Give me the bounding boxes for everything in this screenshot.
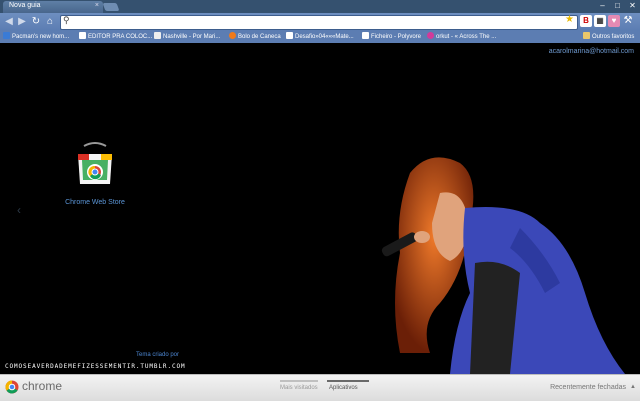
- extension-qr-icon[interactable]: ▦: [594, 15, 606, 27]
- bookmark-favicon-icon: [362, 32, 369, 39]
- app-label[interactable]: Chrome Web Store: [60, 199, 130, 206]
- omnibox[interactable]: ⚲ ★: [60, 14, 578, 30]
- new-tab-button[interactable]: [102, 3, 120, 11]
- bookmark-favicon-icon: [79, 32, 86, 39]
- back-icon[interactable]: ◀: [3, 15, 15, 29]
- bookmark-item[interactable]: Pacman's new hom...: [3, 32, 69, 42]
- close-window-button[interactable]: ✕: [626, 0, 639, 11]
- theme-background-photo: [381, 157, 625, 374]
- apps-indicator: [327, 380, 369, 382]
- chrome-logo-icon: [5, 380, 19, 394]
- extension-b-icon[interactable]: B: [580, 15, 592, 27]
- bookmark-item[interactable]: EDITOR PRA COLOC...: [79, 32, 152, 42]
- chevron-down-icon[interactable]: ▲: [630, 384, 636, 390]
- recently-closed-menu[interactable]: Recentemente fechadas: [550, 384, 626, 391]
- tab-strip: Nova guia × – □ ✕: [0, 0, 640, 13]
- tab-title: Nova guia: [9, 2, 41, 9]
- maximize-button[interactable]: □: [611, 0, 624, 11]
- forward-icon[interactable]: ▶: [16, 15, 28, 29]
- search-icon: ⚲: [63, 15, 70, 25]
- bookmark-favicon-icon: [286, 32, 293, 39]
- bookmark-favicon-icon: [154, 32, 161, 39]
- chrome-web-store-icon[interactable]: [70, 140, 120, 190]
- theme-url[interactable]: COMOSEAVERDADEMEFIZESSEMENTIR.TUMBLR.COM: [5, 363, 186, 370]
- other-bookmarks[interactable]: Outros favoritos: [583, 32, 634, 42]
- folder-icon: [583, 32, 590, 39]
- bookmarks-bar: Pacman's new hom... EDITOR PRA COLOC... …: [0, 31, 640, 43]
- minimize-button[interactable]: –: [596, 0, 609, 11]
- bookmark-item[interactable]: Bolo de Caneca: [229, 32, 281, 42]
- reload-icon[interactable]: ↻: [30, 15, 42, 29]
- star-icon[interactable]: ★: [565, 14, 574, 25]
- ntp-footer: chrome Mais visitados Aplicativos Recent…: [0, 374, 640, 401]
- new-tab-page: acarolmarina@hotmail.com ‹ Chrome Web St…: [0, 43, 640, 374]
- extension-heart-icon[interactable]: ♥: [608, 15, 620, 27]
- tab-new-tab[interactable]: Nova guia ×: [3, 1, 103, 13]
- tab-most-visited[interactable]: Mais visitados: [280, 385, 318, 391]
- toolbar: ◀ ▶ ↻ ⌂ ⚲ ★ B ▦ ♥ ⚒: [0, 13, 640, 31]
- chrome-wordmark: chrome: [22, 379, 63, 393]
- bookmark-item[interactable]: Desafio»04«««Mate...: [286, 32, 354, 42]
- tab-apps[interactable]: Aplicativos: [329, 385, 358, 391]
- home-icon[interactable]: ⌂: [44, 15, 56, 29]
- bookmark-favicon-icon: [427, 32, 434, 39]
- theme-credit: Tema criado por: [136, 352, 180, 358]
- bookmark-item[interactable]: Ficheiro - Polyvore: [362, 32, 421, 42]
- bookmark-favicon-icon: [229, 32, 236, 39]
- bookmark-item[interactable]: orkut - « Across The ...: [427, 32, 496, 42]
- most-visited-indicator: [280, 380, 318, 382]
- user-email[interactable]: acarolmarina@hotmail.com: [549, 48, 634, 55]
- bookmark-item[interactable]: Nashville - Por Mari...: [154, 32, 220, 42]
- tab-close-icon[interactable]: ×: [95, 2, 99, 9]
- chevron-left-icon[interactable]: ‹: [17, 203, 21, 217]
- bookmark-favicon-icon: [3, 32, 10, 39]
- wrench-icon[interactable]: ⚒: [622, 15, 634, 27]
